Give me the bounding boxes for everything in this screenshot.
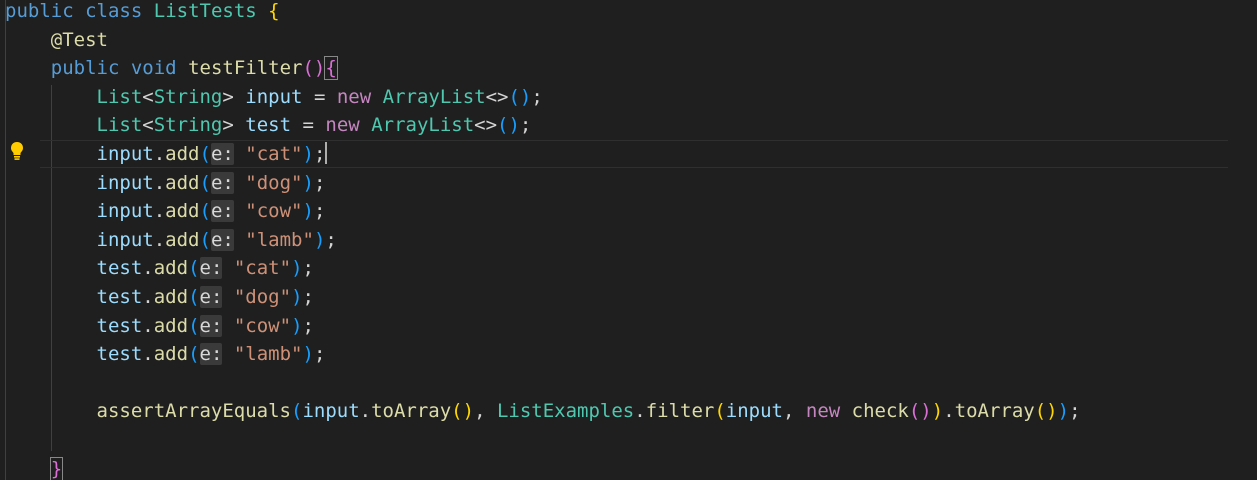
type-name: List — [96, 114, 143, 137]
method-call: filter — [645, 400, 715, 423]
string-literal: "dog" — [233, 286, 292, 308]
parameter-hint: e: — [199, 343, 223, 366]
code-line-9[interactable]: input.add(e: "lamb"); — [5, 226, 337, 255]
type-name: ArrayList — [371, 114, 475, 137]
parameter-hint: e: — [210, 200, 234, 223]
keyword: new — [336, 85, 372, 108]
variable: test — [96, 314, 143, 337]
string-literal: "lamb" — [245, 228, 314, 251]
paren: () — [302, 57, 326, 80]
keyword: public — [5, 0, 74, 22]
code-line-6[interactable]: input.add(e: "cat"); — [5, 140, 328, 169]
method-call: add — [165, 143, 200, 165]
string-literal: "cow" — [233, 314, 292, 337]
brace: } — [49, 456, 64, 480]
variable: input — [96, 200, 154, 223]
method-call: add — [153, 286, 189, 308]
variable: input — [96, 171, 154, 194]
parameter-hint: e: — [210, 171, 234, 194]
code-line-10[interactable]: test.add(e: "cat"); — [5, 254, 314, 283]
string-literal: "cow" — [245, 200, 303, 223]
method-call: add — [165, 200, 200, 223]
method-call: toArray — [371, 400, 452, 423]
parameter-hint: e: — [199, 257, 223, 280]
method-call: add — [153, 343, 189, 366]
code-editor[interactable]: public class ListTests { @Test public vo… — [0, 0, 1257, 480]
code-line-3[interactable]: public void testFilter(){ — [5, 54, 338, 83]
code-line-12[interactable]: test.add(e: "cow"); — [5, 312, 314, 341]
code-line-4[interactable]: List<String> input = new ArrayList<>(); — [5, 83, 543, 112]
method-call: add — [153, 257, 189, 280]
keyword: void — [130, 57, 177, 80]
variable: input — [245, 85, 303, 108]
keyword: public — [50, 57, 120, 80]
keyword: new — [325, 114, 360, 137]
variable: test — [96, 343, 143, 366]
method-call: toArray — [954, 400, 1035, 423]
code-line-8[interactable]: input.add(e: "cow"); — [5, 197, 325, 226]
code-line-1[interactable]: public class ListTests { — [5, 0, 280, 26]
string-literal: "lamb" — [233, 343, 303, 366]
type-name: String — [153, 85, 223, 108]
string-literal: "dog" — [245, 171, 303, 194]
text-cursor — [325, 142, 328, 164]
variable: input — [302, 400, 360, 423]
brace: { — [324, 56, 338, 81]
method-call: add — [165, 228, 200, 251]
parameter-hint: e: — [210, 143, 234, 165]
code-line-13[interactable]: test.add(e: "lamb"); — [5, 340, 325, 369]
variable: test — [245, 114, 292, 137]
variable: input — [725, 400, 783, 423]
method-call: check — [851, 400, 909, 423]
code-line-11[interactable]: test.add(e: "dog"); — [5, 283, 314, 312]
variable: input — [96, 228, 154, 251]
code-line-5[interactable]: List<String> test = new ArrayList<>(); — [5, 111, 532, 140]
variable: input — [96, 143, 154, 165]
code-line-17[interactable]: } — [5, 455, 64, 480]
type-name: List — [96, 85, 143, 108]
type-name: ArrayList — [382, 85, 486, 108]
class-name: ListExamples — [496, 400, 635, 423]
string-literal: "cat" — [233, 257, 292, 280]
parameter-hint: e: — [199, 286, 223, 308]
method-call: add — [153, 314, 189, 337]
annotation: @Test — [50, 28, 108, 51]
brace: { — [268, 0, 280, 22]
code-line-7[interactable]: input.add(e: "dog"); — [5, 169, 325, 198]
keyword: class — [85, 0, 143, 22]
method-name: testFilter — [188, 57, 303, 80]
code-line-15[interactable]: assertArrayEquals(input.toArray(), ListE… — [5, 397, 1081, 426]
code-line-2[interactable]: @Test — [5, 26, 108, 55]
parameter-hint: e: — [210, 228, 234, 251]
variable: test — [96, 257, 143, 280]
method-call: add — [165, 171, 200, 194]
type-name: String — [153, 114, 223, 137]
keyword: new — [805, 400, 841, 423]
variable: test — [96, 286, 143, 308]
method-call: assertArrayEquals — [96, 400, 291, 423]
parameter-hint: e: — [199, 314, 223, 337]
string-literal: "cat" — [245, 143, 303, 165]
class-name: ListTests — [153, 0, 257, 22]
